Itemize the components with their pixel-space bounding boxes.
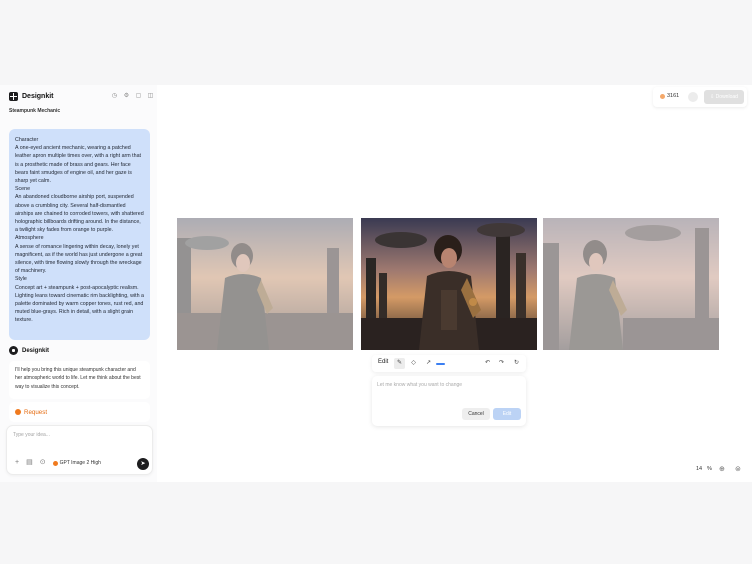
model-label: GPT Image 2 High — [59, 460, 101, 466]
steampunk-image-3 — [543, 218, 719, 350]
download-button[interactable]: ⇩ Download — [704, 90, 744, 104]
brand: Designkit — [9, 92, 54, 101]
download-label: Download — [715, 94, 738, 100]
generated-image-1[interactable] — [177, 218, 353, 350]
sidebar: Designkit ◷ ⚙ ▢ ◫ Steampunk Mechanic Cha… — [0, 85, 157, 482]
edit-submit-button[interactable]: Edit — [493, 408, 521, 420]
brush-icon[interactable]: ✎ — [394, 358, 405, 369]
cancel-button[interactable]: Cancel — [462, 408, 490, 420]
user-message: Character A one-eyed ancient mechanic, w… — [9, 129, 150, 340]
sidebar-toolbar: ◷ ⚙ ▢ ◫ — [111, 93, 154, 100]
logo-icon — [9, 92, 18, 101]
input-tools: + ▤ ⊙ GPT Image 2 High — [15, 459, 101, 467]
assistant-avatar — [9, 346, 18, 355]
credit-icon — [660, 93, 665, 99]
chat-input-placeholder[interactable]: Type your idea... — [13, 432, 50, 438]
history-icon[interactable]: ◷ — [111, 93, 118, 100]
brand-name: Designkit — [22, 93, 54, 100]
generated-image-2[interactable] — [361, 218, 537, 350]
project-title: Steampunk Mechanic — [9, 108, 61, 114]
top-right-bar: 3161 ⇩ Download — [653, 87, 747, 107]
send-button[interactable]: ➤ — [137, 458, 149, 470]
steampunk-image-1 — [177, 218, 353, 350]
request-icon — [15, 409, 21, 415]
edit-toolbar: Edit ✎ ◇ ↗ ↶ ↷ ↻ — [372, 355, 526, 372]
credits-value: 3161 — [667, 93, 680, 99]
zoom-value[interactable]: 14 — [696, 466, 702, 472]
attachment-icon[interactable]: ▤ — [26, 459, 33, 467]
app-window: Designkit ◷ ⚙ ▢ ◫ Steampunk Mechanic Cha… — [0, 85, 752, 482]
redo-icon[interactable]: ↷ — [496, 358, 507, 369]
zoom-unit: % — [707, 466, 712, 472]
zoom-control: 14 % ⊕ ⊜ — [688, 461, 748, 478]
settings-icon[interactable]: ⚙ — [123, 93, 130, 100]
user-avatar[interactable] — [688, 92, 698, 102]
request-card[interactable]: Request — [9, 402, 150, 422]
model-icon[interactable]: ⊙ — [40, 459, 46, 467]
undo-icon[interactable]: ↶ — [482, 358, 493, 369]
assistant-name: Designkit — [22, 347, 50, 354]
collapse-sidebar-icon[interactable]: ◫ — [147, 93, 154, 100]
chat-input-box[interactable]: Type your idea... + ▤ ⊙ GPT Image 2 High… — [6, 425, 153, 475]
model-dot-icon — [52, 460, 58, 466]
credits[interactable]: 3161 — [660, 93, 679, 99]
model-selector[interactable]: GPT Image 2 High — [52, 460, 101, 466]
new-chat-icon[interactable]: ▢ — [135, 93, 142, 100]
pen-icon[interactable]: ↗ — [423, 358, 434, 369]
stroke-width-indicator[interactable] — [436, 363, 445, 365]
edit-prompt-input[interactable]: Let me know what you want to change — [377, 382, 462, 388]
request-label: Request — [24, 408, 48, 416]
generated-image-3[interactable] — [543, 218, 719, 350]
fit-screen-icon[interactable]: ⊕ — [719, 465, 725, 473]
layers-icon[interactable]: ⊜ — [735, 465, 741, 473]
edit-prompt-card: Let me know what you want to change Canc… — [372, 376, 526, 426]
reset-icon[interactable]: ↻ — [511, 358, 522, 369]
edit-tab[interactable]: Edit — [378, 359, 388, 365]
steampunk-image-2 — [361, 218, 537, 350]
assistant-message: I'll help you bring this unique steampun… — [9, 361, 150, 399]
eraser-icon[interactable]: ◇ — [408, 358, 419, 369]
add-icon[interactable]: + — [15, 459, 19, 467]
assistant-header: Designkit — [9, 346, 49, 355]
